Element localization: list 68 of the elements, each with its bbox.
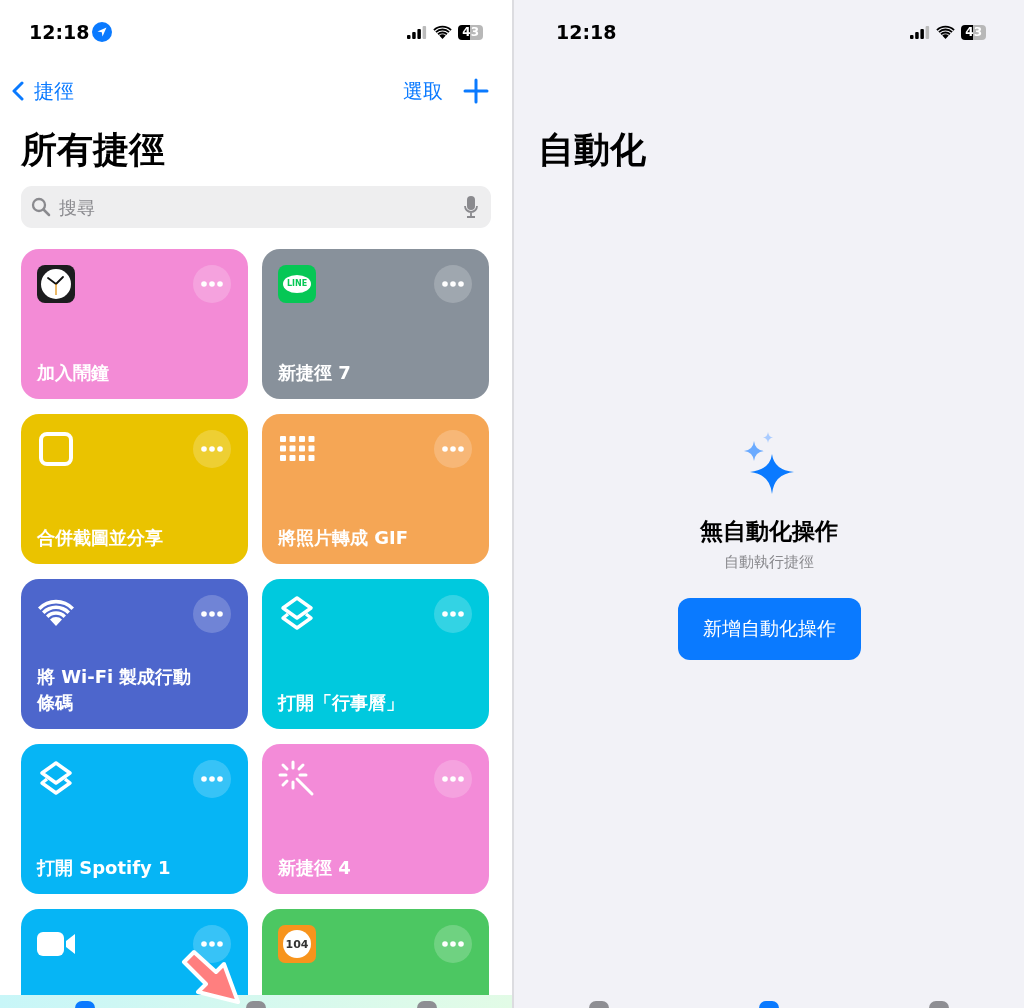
layers-icon (37, 760, 75, 798)
shortcut-title: 合併截圖並分享 (37, 526, 164, 550)
status-time: 12:18 (29, 21, 90, 43)
more-button[interactable] (434, 925, 472, 963)
tab-item[interactable] (929, 1001, 949, 1008)
shortcut-title: 新捷徑 7 (278, 361, 352, 385)
shortcut-card[interactable]: 新捷徑 4 (262, 744, 489, 894)
ellipsis-icon (442, 446, 464, 452)
square-icon (37, 430, 75, 468)
tab-item[interactable] (75, 1001, 96, 1008)
tab-item[interactable] (759, 1001, 779, 1008)
shortcut-card[interactable]: 將 Wi-Fi 製成行動條碼 (21, 579, 248, 729)
clock-icon (37, 265, 75, 303)
ellipsis-icon (442, 776, 464, 782)
ellipsis-icon (201, 941, 223, 947)
empty-state-heading: 無自動化操作 (700, 517, 838, 546)
new-automation-button[interactable]: 新增自動化操作 (677, 598, 861, 660)
shortcut-card[interactable]: 打開 Spotify 1 (21, 744, 248, 894)
ellipsis-icon (442, 611, 464, 617)
search-field[interactable]: 搜尋 (21, 186, 491, 228)
tab-item[interactable] (589, 1001, 609, 1008)
more-button[interactable] (434, 760, 472, 798)
signal-icon (407, 25, 428, 39)
shortcut-card[interactable]: 104 (262, 909, 489, 995)
magic-wand-icon (278, 760, 316, 798)
select-button[interactable]: 選取 (403, 77, 443, 105)
layers-icon (278, 595, 316, 633)
shortcut-title: 打開「行事曆」 (278, 691, 405, 715)
back-button[interactable]: 捷徑 (12, 77, 74, 105)
shortcut-card[interactable]: 合併截圖並分享 (21, 414, 248, 564)
microphone-icon[interactable] (464, 196, 478, 218)
shortcut-card[interactable]: 加入鬧鐘 (21, 249, 248, 399)
more-button[interactable] (193, 595, 231, 633)
tab-item[interactable] (246, 1001, 266, 1008)
shortcut-title: 打開 Spotify 1 (37, 856, 172, 880)
ellipsis-icon (442, 941, 464, 947)
status-time: 12:18 (556, 21, 617, 43)
location-icon (92, 22, 113, 42)
search-icon (31, 197, 51, 217)
more-button[interactable] (193, 265, 231, 303)
shortcut-title: 將照片轉成 GIF (278, 526, 410, 550)
page-title: 所有捷徑 (21, 128, 166, 172)
chevron-left-icon (12, 81, 24, 101)
signal-icon (910, 25, 931, 39)
shortcut-title: 加入鬧鐘 (37, 361, 110, 385)
ellipsis-icon (201, 446, 223, 452)
more-button[interactable] (193, 925, 231, 963)
more-button[interactable] (193, 760, 231, 798)
empty-state-subtitle: 自動執行捷徑 (724, 553, 814, 572)
wifi-icon (433, 25, 453, 39)
shortcut-title: 新捷徑 4 (278, 856, 352, 880)
battery-indicator: 43 (961, 24, 986, 40)
add-icon[interactable] (463, 78, 489, 104)
ellipsis-icon (442, 281, 464, 287)
battery-indicator: 43 (458, 24, 483, 40)
page-title: 自動化 (538, 128, 647, 172)
tab-item[interactable] (416, 1001, 437, 1008)
wifi-icon (936, 25, 956, 39)
shortcut-title: 將 Wi-Fi 製成行動條碼 (37, 665, 193, 715)
chat-bubble-icon: LINE (278, 265, 316, 303)
shortcut-card[interactable]: LINE 新捷徑 7 (262, 249, 489, 399)
ellipsis-icon (201, 611, 223, 617)
app-logo-icon: 104 (278, 925, 316, 963)
shortcut-card[interactable]: 打開「行事曆」 (262, 579, 489, 729)
ellipsis-icon (201, 776, 223, 782)
more-button[interactable] (434, 265, 472, 303)
ellipsis-icon (201, 281, 223, 287)
shortcut-card[interactable]: 將照片轉成 GIF (262, 414, 489, 564)
